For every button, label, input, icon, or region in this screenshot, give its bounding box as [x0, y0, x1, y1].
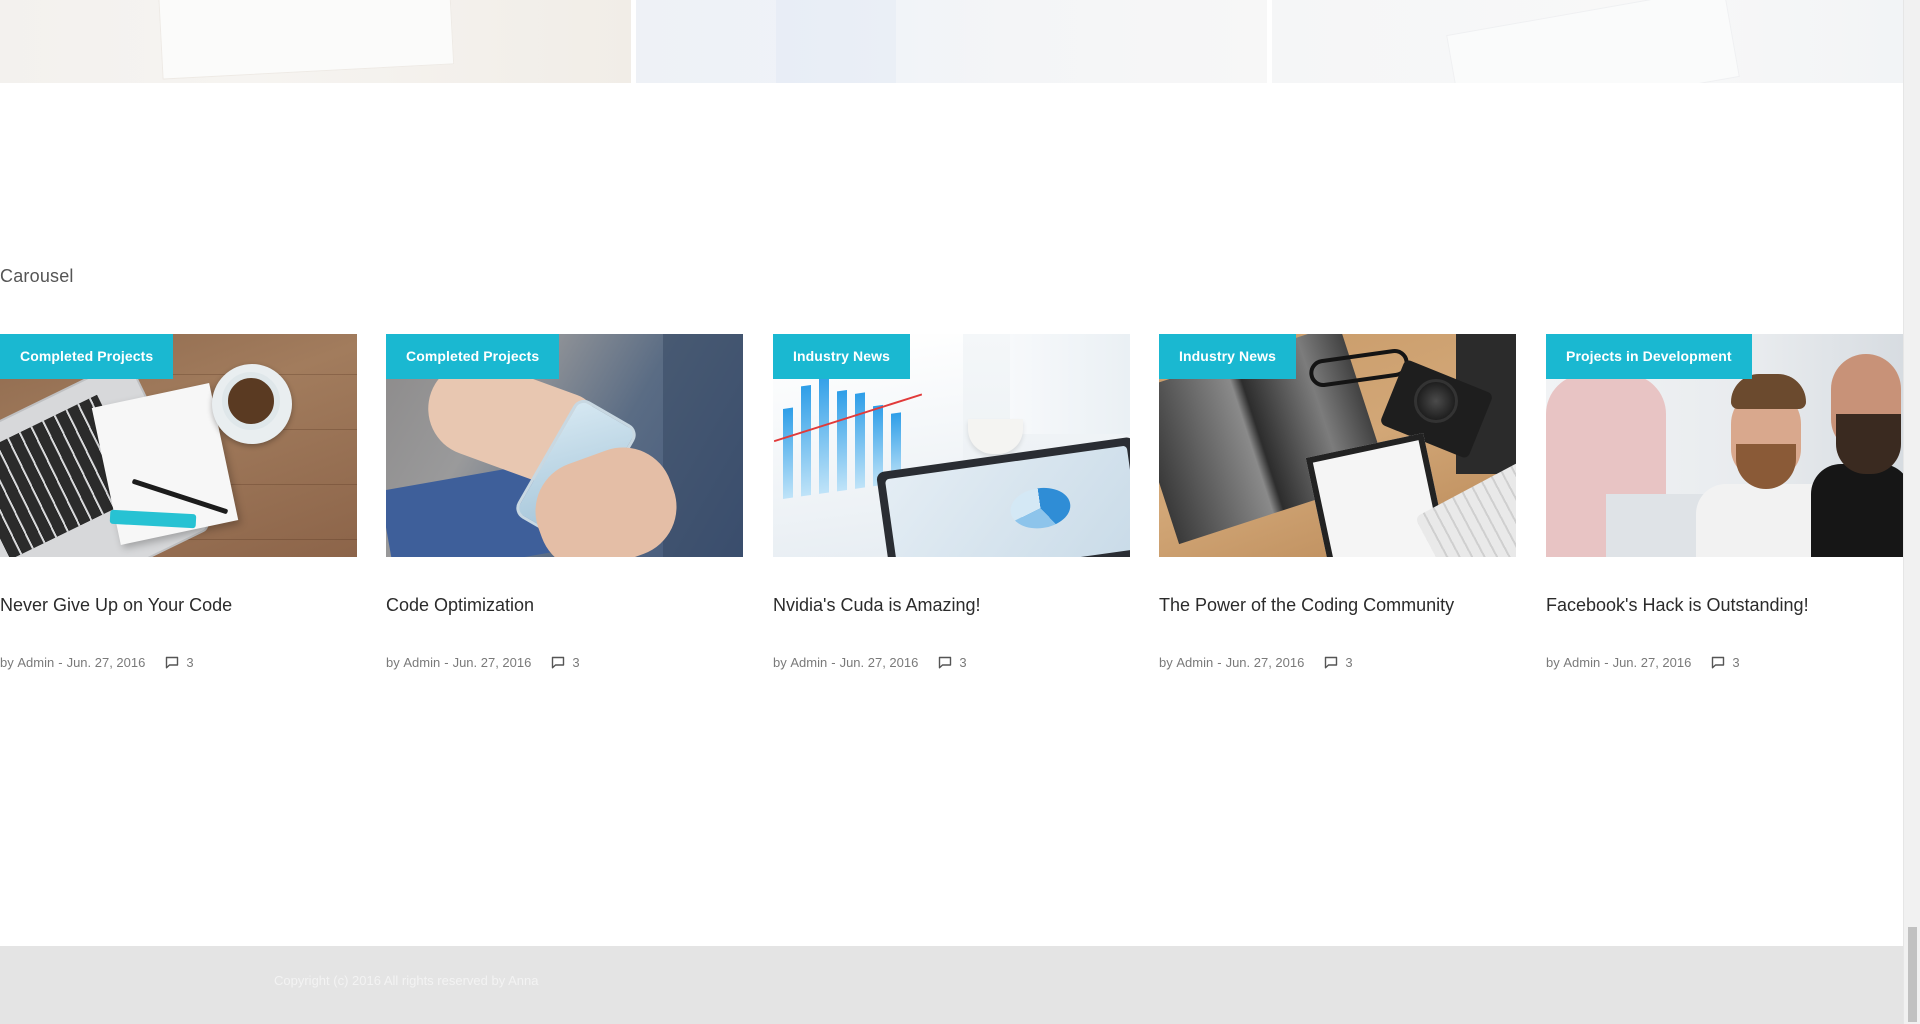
meta-prefix: by — [386, 655, 400, 670]
copyright-text: Copyright (c) 2016 All rights reserved b… — [274, 973, 539, 988]
comment-count: 3 — [186, 655, 194, 670]
category-tag[interactable]: Industry News — [773, 334, 910, 379]
comment-count: 3 — [1345, 655, 1353, 670]
post-meta: by Admin - Jun. 27, 2016 3 — [1159, 655, 1516, 670]
post-title[interactable]: Code Optimization — [386, 595, 743, 621]
meta-separator: - — [1217, 655, 1222, 670]
author-link[interactable]: Admin — [403, 655, 440, 670]
category-tag[interactable]: Completed Projects — [386, 334, 560, 379]
comments-link[interactable]: 3 — [551, 655, 580, 670]
post-card: Completed Projects Code Optimization by … — [386, 334, 743, 670]
post-meta: by Admin - Jun. 27, 2016 3 — [386, 655, 743, 670]
comment-icon — [1712, 656, 1725, 669]
post-date: Jun. 27, 2016 — [1225, 655, 1305, 670]
section-title: Carousel — [0, 266, 74, 286]
category-tag[interactable]: Completed Projects — [0, 334, 174, 379]
comments-link[interactable]: 3 — [938, 655, 967, 670]
post-title[interactable]: Never Give Up on Your Code — [0, 595, 357, 621]
faded-image — [636, 0, 1267, 83]
meta-prefix: by — [1159, 655, 1173, 670]
meta-prefix: by — [0, 655, 14, 670]
comment-icon — [166, 656, 179, 669]
comment-count: 3 — [959, 655, 967, 670]
post-card: Industry News The Power of the Coding Co… — [1159, 334, 1516, 670]
post-card: Industry News Nvidia's Cuda is Amazing! … — [773, 334, 1130, 670]
scrollbar-thumb[interactable] — [1908, 927, 1917, 1022]
category-tag[interactable]: Projects in Development — [1546, 334, 1752, 379]
meta-separator: - — [831, 655, 836, 670]
comments-link[interactable]: 3 — [1324, 655, 1353, 670]
author-link[interactable]: Admin — [790, 655, 827, 670]
site-footer: Copyright (c) 2016 All rights reserved b… — [0, 946, 1903, 1024]
post-thumbnail[interactable]: Industry News — [1159, 334, 1516, 557]
post-meta: by Admin - Jun. 27, 2016 3 — [773, 655, 1130, 670]
meta-separator: - — [1604, 655, 1609, 670]
post-thumbnail[interactable]: Industry News — [773, 334, 1130, 557]
page-scrollbar[interactable] — [1903, 0, 1920, 1024]
comment-count: 3 — [1732, 655, 1740, 670]
post-title[interactable]: The Power of the Coding Community — [1159, 595, 1516, 621]
post-thumbnail[interactable]: Completed Projects — [0, 334, 357, 557]
meta-separator: - — [58, 655, 63, 670]
post-card: Completed Projects Never Give Up on Your… — [0, 334, 357, 670]
author-link[interactable]: Admin — [17, 655, 54, 670]
faded-image — [0, 0, 631, 83]
comments-link[interactable]: 3 — [165, 655, 194, 670]
meta-prefix: by — [773, 655, 787, 670]
meta-separator: - — [444, 655, 449, 670]
comment-icon — [939, 656, 952, 669]
post-date: Jun. 27, 2016 — [66, 655, 146, 670]
post-thumbnail[interactable]: Projects in Development — [1546, 334, 1903, 557]
faded-image — [1272, 0, 1903, 83]
post-meta: by Admin - Jun. 27, 2016 3 — [0, 655, 357, 670]
post-date: Jun. 27, 2016 — [452, 655, 532, 670]
author-link[interactable]: Admin — [1563, 655, 1600, 670]
post-date: Jun. 27, 2016 — [1612, 655, 1692, 670]
comment-count: 3 — [572, 655, 580, 670]
previous-section-image-strip — [0, 0, 1903, 83]
post-card: Projects in Development Facebook's Hack … — [1546, 334, 1903, 670]
meta-prefix: by — [1546, 655, 1560, 670]
post-carousel: Completed Projects Never Give Up on Your… — [0, 334, 1903, 694]
post-meta: by Admin - Jun. 27, 2016 3 — [1546, 655, 1903, 670]
post-title[interactable]: Facebook's Hack is Outstanding! — [1546, 595, 1903, 621]
post-date: Jun. 27, 2016 — [839, 655, 919, 670]
post-thumbnail[interactable]: Completed Projects — [386, 334, 743, 557]
category-tag[interactable]: Industry News — [1159, 334, 1296, 379]
post-title[interactable]: Nvidia's Cuda is Amazing! — [773, 595, 1130, 621]
comment-icon — [1325, 656, 1338, 669]
comments-link[interactable]: 3 — [1711, 655, 1740, 670]
author-link[interactable]: Admin — [1176, 655, 1213, 670]
comment-icon — [552, 656, 565, 669]
